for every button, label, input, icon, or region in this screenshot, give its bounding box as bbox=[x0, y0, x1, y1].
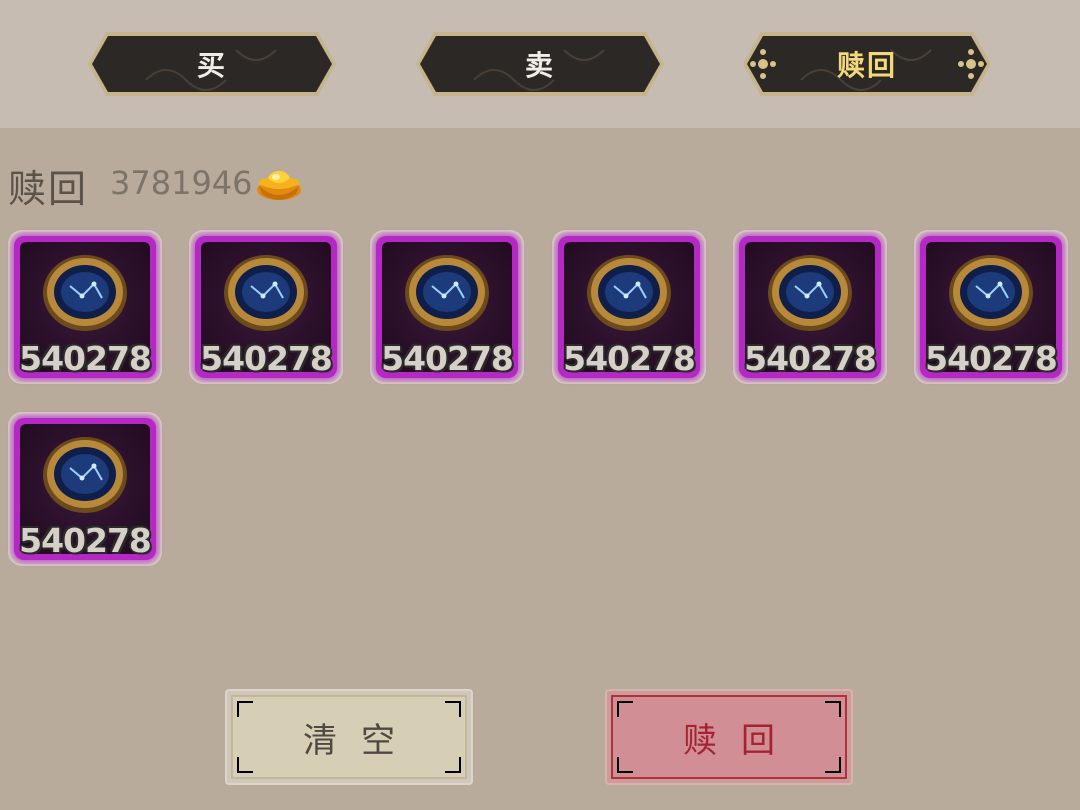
redeem-button-label: 赎回 bbox=[683, 720, 799, 761]
item-count: 540278 bbox=[925, 339, 1058, 378]
item-count: 540278 bbox=[19, 339, 152, 378]
item-count: 540278 bbox=[200, 339, 333, 378]
item-slot[interactable]: 540278 bbox=[8, 230, 162, 384]
compass-icon bbox=[949, 255, 1033, 331]
redeem-panel bbox=[0, 128, 1080, 810]
tab-redeem[interactable]: 赎回 bbox=[741, 30, 993, 98]
compass-icon bbox=[768, 255, 852, 331]
item-count: 540278 bbox=[744, 339, 877, 378]
item-count: 540278 bbox=[19, 521, 152, 560]
section-title: 赎回 bbox=[8, 167, 89, 211]
tab-redeem-label: 赎回 bbox=[836, 49, 897, 82]
item-slot[interactable]: 540278 bbox=[733, 230, 887, 384]
tab-buy[interactable]: 买 bbox=[86, 30, 338, 98]
clear-button-label: 清空 bbox=[303, 720, 419, 761]
item-count: 540278 bbox=[381, 339, 514, 378]
compass-icon bbox=[405, 255, 489, 331]
tab-sell-label: 卖 bbox=[524, 49, 555, 82]
item-slot[interactable]: 540278 bbox=[8, 412, 162, 566]
compass-icon bbox=[43, 255, 127, 331]
item-slot[interactable]: 540278 bbox=[552, 230, 706, 384]
compass-icon bbox=[587, 255, 671, 331]
item-slot[interactable]: 540278 bbox=[914, 230, 1068, 384]
redeem-button[interactable]: 赎回 bbox=[605, 689, 853, 785]
item-slot[interactable]: 540278 bbox=[189, 230, 343, 384]
clear-button[interactable]: 清空 bbox=[225, 689, 473, 785]
gold-ingot-icon bbox=[257, 171, 301, 200]
tab-buy-label: 买 bbox=[196, 49, 227, 82]
compass-icon bbox=[43, 437, 127, 513]
compass-icon bbox=[224, 255, 308, 331]
balance-value: 3781946 bbox=[110, 164, 253, 202]
item-slot[interactable]: 540278 bbox=[370, 230, 524, 384]
tab-sell[interactable]: 卖 bbox=[414, 30, 666, 98]
item-count: 540278 bbox=[563, 339, 696, 378]
